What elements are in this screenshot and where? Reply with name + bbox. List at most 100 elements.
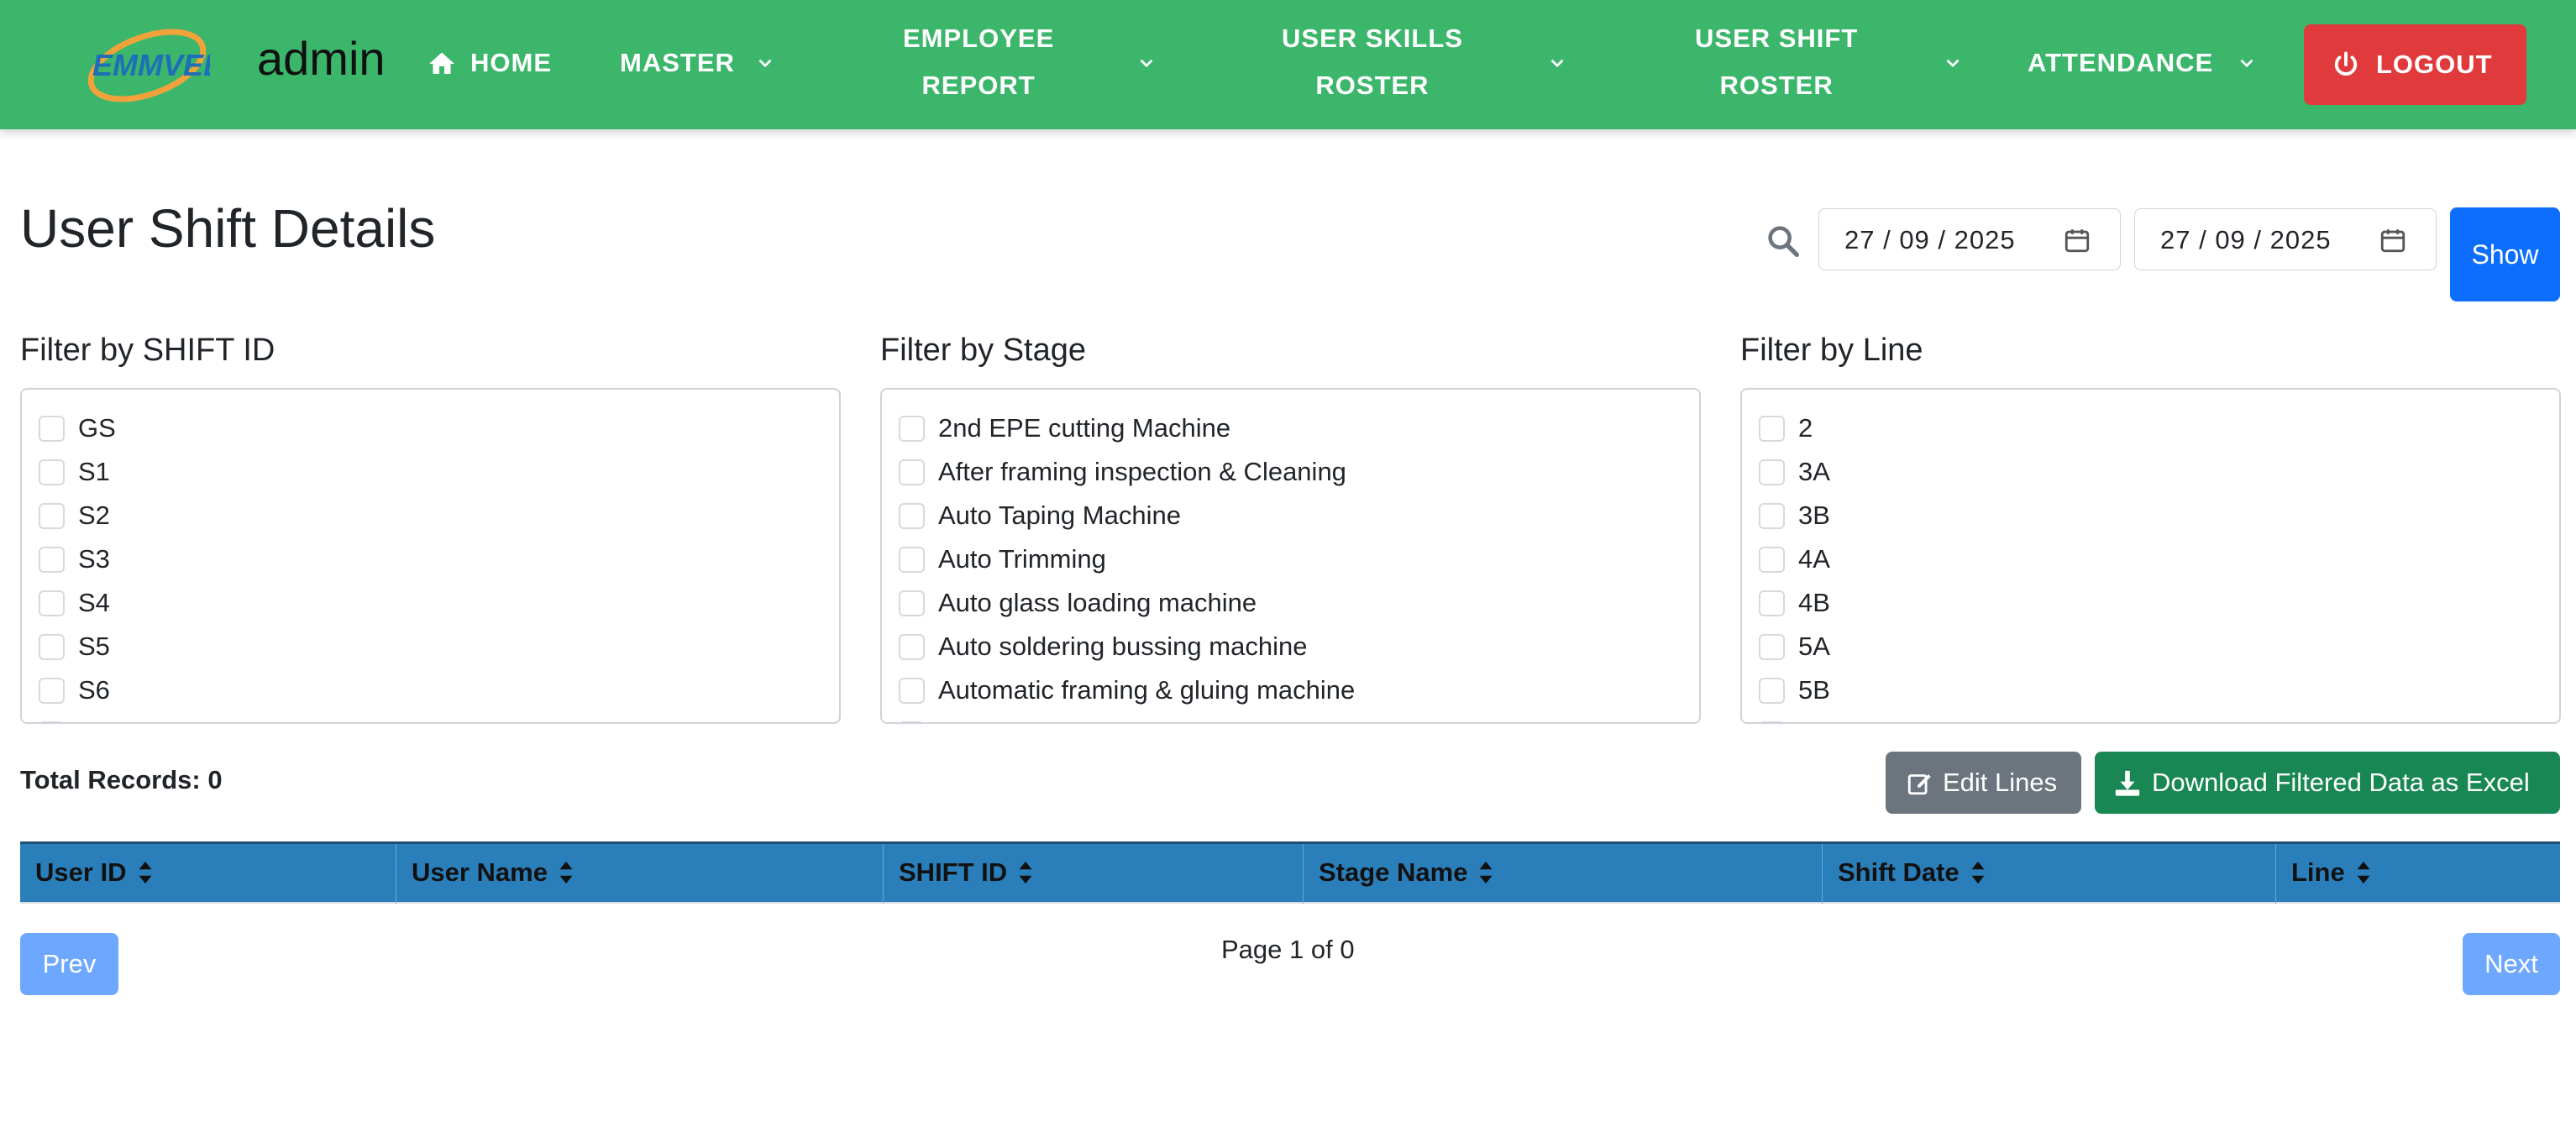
column-header[interactable]: User Name bbox=[396, 844, 884, 904]
checkbox[interactable] bbox=[39, 415, 65, 442]
column-header[interactable]: User ID bbox=[20, 844, 396, 904]
checkbox[interactable] bbox=[899, 415, 925, 442]
option-label: S1 bbox=[78, 457, 110, 486]
sort-icon[interactable] bbox=[2355, 860, 2372, 885]
sort-icon[interactable] bbox=[558, 860, 574, 885]
calendar-icon[interactable] bbox=[2063, 226, 2091, 254]
date-to-input[interactable]: 27 / 09 / 2025 bbox=[2134, 208, 2437, 270]
prev-button[interactable]: Prev bbox=[20, 933, 118, 995]
checkbox[interactable] bbox=[1759, 502, 1785, 529]
top-navbar: EMMVEE admin HOME MASTER EMPLOYEE REPORT… bbox=[0, 0, 2576, 129]
shift-option[interactable]: W3 bbox=[39, 712, 831, 722]
nav-employee-report[interactable]: EMPLOYEE REPORT bbox=[903, 15, 1054, 109]
sort-icon[interactable] bbox=[1017, 860, 1034, 885]
option-label: 5A bbox=[1798, 632, 1830, 661]
shift-option[interactable]: S2 bbox=[39, 494, 831, 537]
column-header[interactable]: SHIFT ID bbox=[884, 844, 1304, 904]
option-label: Automatic framing & gluing machine bbox=[938, 675, 1356, 705]
filter-shift-label: Filter by SHIFT ID bbox=[20, 333, 275, 368]
date-from-input[interactable]: 27 / 09 / 2025 bbox=[1818, 208, 2121, 270]
stage-option[interactable]: Auto Taping Machine bbox=[899, 494, 1691, 537]
column-header[interactable]: Line bbox=[2276, 844, 2560, 904]
option-label: 5B bbox=[1798, 675, 1830, 705]
column-header[interactable]: Stage Name bbox=[1304, 844, 1823, 904]
emmvee-logo[interactable]: EMMVEE bbox=[84, 24, 224, 104]
checkbox[interactable] bbox=[1759, 459, 1785, 485]
shift-option[interactable]: GS bbox=[39, 406, 831, 450]
line-option[interactable]: 4A bbox=[1759, 537, 2551, 581]
column-header[interactable]: Shift Date bbox=[1823, 844, 2276, 904]
option-label: A bbox=[1798, 719, 1816, 722]
shift-option[interactable]: S5 bbox=[39, 625, 831, 668]
checkbox[interactable] bbox=[39, 677, 65, 704]
stage-option[interactable]: Auto Trimming bbox=[899, 537, 1691, 581]
shift-option[interactable]: S1 bbox=[39, 450, 831, 494]
checkbox[interactable] bbox=[1759, 633, 1785, 660]
checkbox[interactable] bbox=[899, 502, 925, 529]
checkbox[interactable] bbox=[1759, 546, 1785, 573]
sort-icon[interactable] bbox=[1477, 860, 1494, 885]
download-excel-button[interactable]: Download Filtered Data as Excel bbox=[2095, 752, 2560, 814]
checkbox[interactable] bbox=[1759, 677, 1785, 704]
brand-username: admin bbox=[257, 32, 386, 85]
checkbox[interactable] bbox=[899, 721, 925, 722]
sort-icon[interactable] bbox=[137, 860, 154, 885]
checkbox[interactable] bbox=[39, 459, 65, 485]
option-label: W3 bbox=[78, 719, 118, 722]
next-button[interactable]: Next bbox=[2463, 933, 2560, 995]
checkbox[interactable] bbox=[899, 677, 925, 704]
show-button[interactable]: Show bbox=[2450, 207, 2560, 301]
option-label: S4 bbox=[78, 588, 110, 617]
search-icon[interactable] bbox=[1764, 222, 1802, 260]
stage-option[interactable]: Back label & Barcode label printing bbox=[899, 712, 1691, 722]
checkbox[interactable] bbox=[39, 633, 65, 660]
home-icon[interactable] bbox=[427, 49, 457, 79]
checkbox[interactable] bbox=[899, 459, 925, 485]
checkbox[interactable] bbox=[39, 721, 65, 722]
line-option[interactable]: 2 bbox=[1759, 406, 2551, 450]
calendar-icon[interactable] bbox=[2379, 226, 2407, 254]
chevron-down-icon bbox=[1942, 52, 1964, 74]
line-option[interactable]: 3A bbox=[1759, 450, 2551, 494]
total-records: Total Records: 0 bbox=[20, 765, 223, 794]
checkbox[interactable] bbox=[899, 546, 925, 573]
svg-text:EMMVEE: EMMVEE bbox=[92, 48, 210, 82]
filter-line-list[interactable]: 2 3A 3B 4A 4B 5A 5B A bbox=[1740, 388, 2561, 724]
shift-option[interactable]: S3 bbox=[39, 537, 831, 581]
option-label: Auto Taping Machine bbox=[938, 501, 1181, 530]
line-option[interactable]: 4B bbox=[1759, 581, 2551, 625]
edit-lines-button[interactable]: Edit Lines bbox=[1886, 752, 2081, 814]
checkbox[interactable] bbox=[1759, 590, 1785, 616]
line-option[interactable]: 3B bbox=[1759, 494, 2551, 537]
stage-option[interactable]: 2nd EPE cutting Machine bbox=[899, 406, 1691, 450]
column-header-label: User Name bbox=[412, 857, 548, 887]
nav-user-shift-roster[interactable]: USER SHIFT ROSTER bbox=[1695, 15, 1858, 109]
nav-master[interactable]: MASTER bbox=[620, 39, 735, 86]
nav-user-skills-roster[interactable]: USER SKILLS ROSTER bbox=[1282, 15, 1463, 109]
filter-line-label: Filter by Line bbox=[1740, 333, 1923, 368]
checkbox[interactable] bbox=[39, 546, 65, 573]
shift-option[interactable]: S6 bbox=[39, 668, 831, 712]
option-label: S6 bbox=[78, 675, 110, 705]
stage-option[interactable]: Auto soldering bussing machine bbox=[899, 625, 1691, 668]
filter-shift-list[interactable]: GS S1 S2 S3 S4 S5 S6 W3 bbox=[20, 388, 841, 724]
logout-button[interactable]: LOGOUT bbox=[2304, 24, 2526, 105]
filter-stage-list[interactable]: 2nd EPE cutting Machine After framing ins… bbox=[880, 388, 1701, 724]
stage-option[interactable]: After framing inspection & Cleaning bbox=[899, 450, 1691, 494]
stage-option[interactable]: Auto glass loading machine bbox=[899, 581, 1691, 625]
checkbox[interactable] bbox=[1759, 415, 1785, 442]
page-title: User Shift Details bbox=[20, 198, 436, 259]
checkbox[interactable] bbox=[39, 502, 65, 529]
line-option[interactable]: 5B bbox=[1759, 668, 2551, 712]
nav-home[interactable]: HOME bbox=[470, 39, 552, 86]
checkbox[interactable] bbox=[39, 590, 65, 616]
shift-option[interactable]: S4 bbox=[39, 581, 831, 625]
sort-icon[interactable] bbox=[1970, 860, 1986, 885]
checkbox[interactable] bbox=[899, 633, 925, 660]
stage-option[interactable]: Automatic framing & gluing machine bbox=[899, 668, 1691, 712]
line-option[interactable]: A bbox=[1759, 712, 2551, 722]
checkbox[interactable] bbox=[1759, 721, 1785, 722]
nav-attendance[interactable]: ATTENDANCE bbox=[2028, 39, 2213, 86]
line-option[interactable]: 5A bbox=[1759, 625, 2551, 668]
checkbox[interactable] bbox=[899, 590, 925, 616]
